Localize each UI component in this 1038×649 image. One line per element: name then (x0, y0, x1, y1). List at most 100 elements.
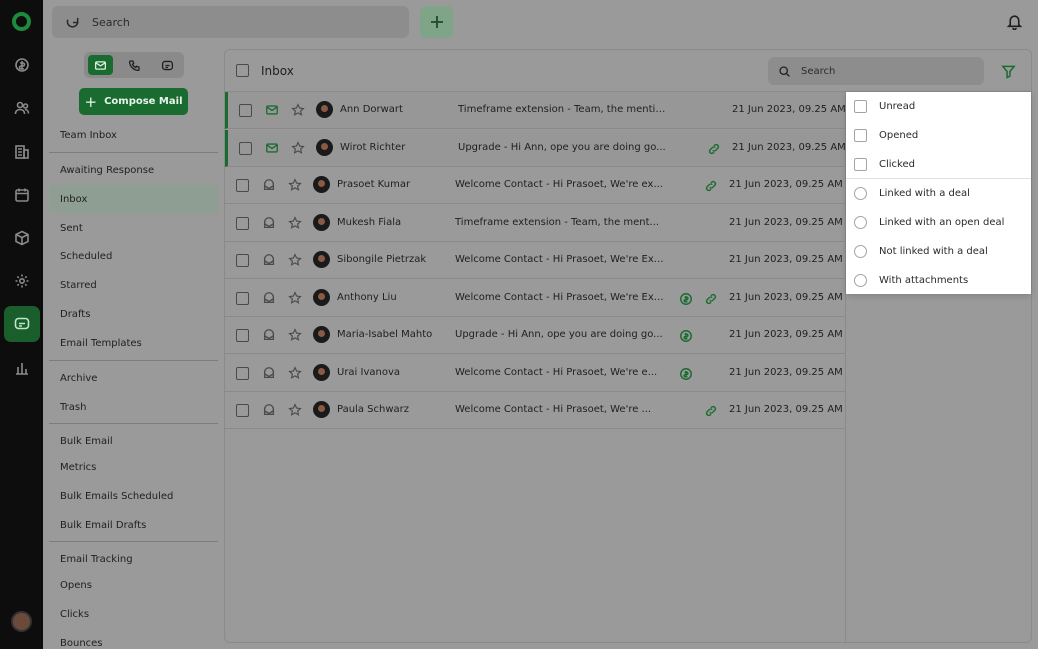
email-row[interactable]: Anthony Liu Welcome Contact - Hi Prasoet… (225, 280, 846, 317)
nav-bulk-email-drafts[interactable]: Bulk Email Drafts (49, 511, 218, 539)
nav-starred[interactable]: Starred (49, 271, 218, 299)
tracking-link-icon (707, 142, 721, 156)
mail-status-icon (262, 216, 276, 230)
email-subject: Upgrade - Hi Ann, ope you are doing go..… (458, 141, 666, 153)
global-search-input[interactable]: Search (52, 6, 409, 38)
nav-opens[interactable]: Opens (49, 571, 218, 599)
settings-icon[interactable] (11, 270, 32, 291)
app-logo[interactable] (12, 12, 31, 31)
filter-radio[interactable] (854, 245, 867, 258)
select-all-checkbox[interactable] (236, 64, 249, 77)
avatar (313, 363, 330, 381)
row-checkbox[interactable] (236, 329, 249, 342)
nav-bounces[interactable]: Bounces (49, 629, 218, 649)
star-icon[interactable] (288, 215, 302, 230)
nav-trash[interactable]: Trash (49, 393, 218, 421)
add-button[interactable] (420, 6, 453, 38)
nav-drafts[interactable]: Drafts (49, 300, 218, 328)
filter-option-not-linked-with-a-deal[interactable]: Not linked with a deal (846, 237, 1031, 266)
row-checkbox[interactable] (236, 404, 249, 417)
filter-option-linked-with-an-open-deal[interactable]: Linked with an open deal (846, 208, 1031, 237)
notifications-bell-icon[interactable] (1006, 13, 1023, 31)
nav-email-templates[interactable]: Email Templates (49, 329, 218, 357)
star-icon[interactable] (288, 403, 302, 417)
nav-bulk-emails-scheduled[interactable]: Bulk Emails Scheduled (49, 482, 218, 510)
inbox-search-input[interactable]: Search (768, 57, 984, 85)
email-date: 21 Jun 2023, 09.25 AM (729, 329, 843, 340)
email-row[interactable]: Ann Dorwart Timeframe extension - Team, … (225, 92, 846, 129)
row-checkbox[interactable] (239, 104, 252, 117)
filter-option-unread[interactable]: Unread (846, 92, 1031, 121)
email-row[interactable]: Paula Schwarz Welcome Contact - Hi Praso… (225, 392, 846, 429)
filter-option-clicked[interactable]: Clicked (846, 150, 1031, 179)
filter-option-linked-with-a-deal[interactable]: Linked with a deal (846, 179, 1031, 208)
divider (49, 360, 218, 361)
row-checkbox[interactable] (236, 179, 249, 192)
nav-team-inbox[interactable]: Team Inbox (49, 121, 218, 149)
nav-clicks[interactable]: Clicks (49, 600, 218, 628)
calendar-icon[interactable] (11, 184, 32, 205)
email-row[interactable]: Maria-Isabel Mahto Upgrade - Hi Ann, ope… (225, 317, 846, 354)
companies-icon[interactable] (11, 141, 32, 162)
filter-checkbox[interactable] (854, 129, 867, 142)
filter-radio[interactable] (854, 187, 867, 200)
avatar (313, 326, 330, 343)
mail-icon (94, 60, 107, 70)
divider (49, 152, 218, 153)
email-date: 21 Jun 2023, 09.25 AM (729, 291, 843, 303)
email-subject: Welcome Contact - Hi Prasoet, We're Exc.… (455, 254, 665, 265)
star-icon[interactable] (288, 365, 302, 380)
email-channel-button[interactable] (88, 55, 113, 75)
filter-radio[interactable] (854, 274, 867, 287)
email-subject: Upgrade - Hi Ann, ope you are doing go..… (455, 329, 663, 340)
row-checkbox[interactable] (236, 366, 249, 380)
filter-option-opened[interactable]: Opened (846, 121, 1031, 150)
email-row[interactable]: Prasoet Kumar Welcome Contact - Hi Praso… (225, 167, 846, 204)
row-checkbox[interactable] (239, 141, 252, 155)
nav-metrics[interactable]: Metrics (49, 453, 218, 481)
star-icon[interactable] (288, 178, 302, 192)
star-icon[interactable] (288, 253, 302, 267)
mail-chat-icon[interactable] (4, 306, 40, 342)
filter-option-with-attachments[interactable]: With attachments (846, 266, 1031, 295)
row-checkbox[interactable] (236, 216, 249, 230)
email-row[interactable]: Wirot Richter Upgrade - Hi Ann, ope you … (225, 129, 846, 167)
user-avatar[interactable] (11, 611, 32, 632)
email-row[interactable]: Mukesh Fiala Timeframe extension - Team,… (225, 205, 846, 242)
chat-channel-button[interactable] (155, 55, 180, 75)
nav-archive[interactable]: Archive (49, 364, 218, 392)
row-checkbox[interactable] (236, 254, 249, 267)
star-icon[interactable] (288, 290, 302, 305)
star-icon[interactable] (291, 103, 305, 117)
star-icon[interactable] (291, 140, 305, 155)
contacts-icon[interactable] (11, 97, 32, 118)
compose-mail-button[interactable]: + Compose Mail (79, 88, 188, 115)
filter-checkbox[interactable] (854, 158, 867, 171)
sender-name: Anthony Liu (337, 291, 397, 303)
deals-icon[interactable] (11, 54, 32, 75)
star-icon[interactable] (288, 328, 302, 342)
email-row[interactable]: Sibongile Pietrzak Welcome Contact - Hi … (225, 242, 846, 279)
search-icon (779, 65, 790, 77)
email-date: 21 Jun 2023, 09.25 AM (732, 104, 846, 115)
sender-name: Wirot Richter (340, 141, 406, 153)
nav-sent[interactable]: Sent (49, 214, 218, 242)
filter-radio[interactable] (854, 216, 867, 229)
nav-inbox[interactable]: Inbox (49, 185, 218, 213)
filter-icon[interactable] (1001, 64, 1016, 79)
nav-awaiting-response[interactable]: Awaiting Response (49, 156, 218, 184)
phone-channel-button[interactable] (122, 55, 147, 75)
nav-email-tracking[interactable]: Email Tracking (49, 545, 218, 573)
mail-status-icon (262, 253, 276, 267)
nav-bulk-email[interactable]: Bulk Email (49, 427, 218, 455)
nav-scheduled[interactable]: Scheduled (49, 242, 218, 270)
email-row[interactable]: Urai Ivanova Welcome Contact - Hi Prasoe… (225, 355, 846, 392)
email-subject: Welcome Contact - Hi Prasoet, We're Exc.… (455, 291, 665, 303)
reports-icon[interactable] (11, 357, 32, 378)
row-checkbox[interactable] (236, 291, 249, 305)
plus-icon: + (84, 92, 98, 111)
filter-checkbox[interactable] (854, 100, 867, 113)
products-icon[interactable] (11, 227, 32, 248)
email-date: 21 Jun 2023, 09.25 AM (729, 404, 843, 415)
email-date: 21 Jun 2023, 09.25 AM (729, 254, 843, 265)
